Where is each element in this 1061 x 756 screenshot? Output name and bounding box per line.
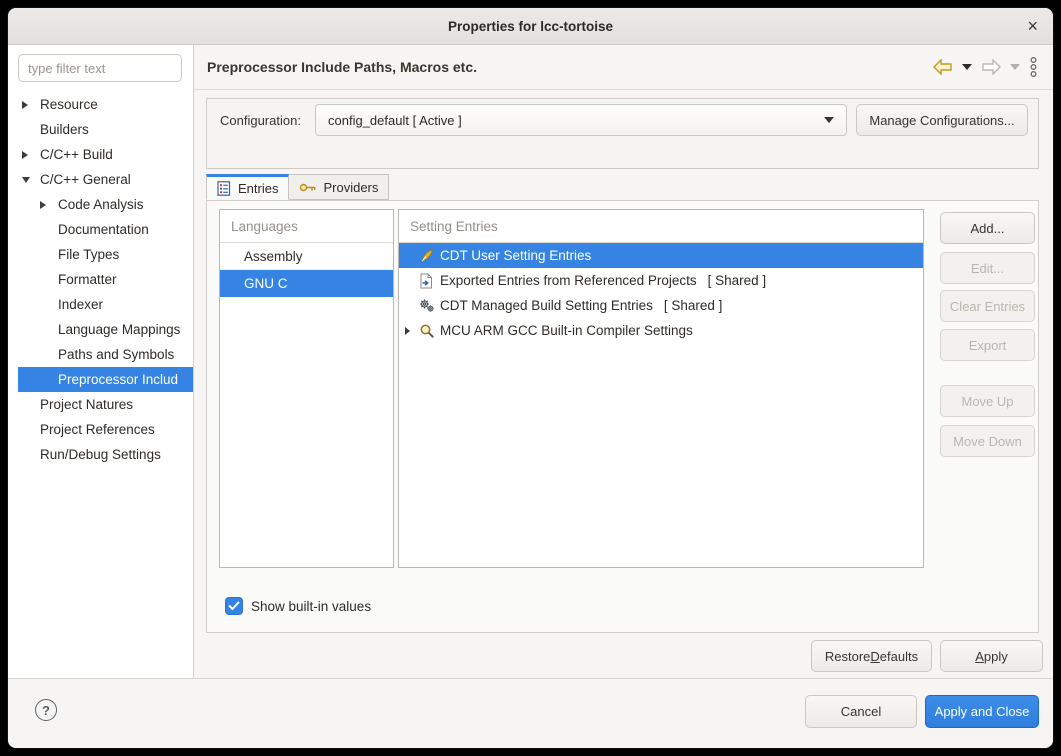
- exported-document-icon: [419, 273, 433, 289]
- configuration-label: Configuration:: [220, 113, 315, 128]
- filter-input[interactable]: [18, 54, 182, 82]
- entry-cdt-managed-build[interactable]: CDT Managed Build Setting Entries [ Shar…: [399, 293, 923, 318]
- configuration-select[interactable]: config_default [ Active ]: [315, 104, 847, 136]
- entries-list-icon: [217, 181, 232, 196]
- configuration-panel: Configuration: config_default [ Active ]…: [206, 98, 1039, 169]
- page-content: Preprocessor Include Paths, Macros etc.: [194, 45, 1053, 678]
- entries-tab-content: Languages Assembly GNU C Setting Entries: [206, 200, 1039, 633]
- back-icon[interactable]: [933, 59, 953, 75]
- tab-entries[interactable]: Entries: [206, 174, 289, 200]
- shared-badge: [ Shared ]: [708, 273, 767, 288]
- sidebar-item-resource[interactable]: Resource: [8, 92, 193, 117]
- quill-pen-icon: [419, 248, 435, 264]
- page-header: Preprocessor Include Paths, Macros etc.: [194, 45, 1053, 90]
- chevron-right-icon[interactable]: [22, 151, 28, 159]
- shared-badge: [ Shared ]: [664, 298, 723, 313]
- sidebar-item-preprocessor-include[interactable]: Preprocessor Includ: [18, 367, 193, 392]
- sidebar-item-cpp-build[interactable]: C/C++ Build: [8, 142, 193, 167]
- move-down-button[interactable]: Move Down: [940, 425, 1035, 457]
- languages-panel: Languages Assembly GNU C: [219, 209, 394, 568]
- manage-configurations-button[interactable]: Manage Configurations...: [856, 104, 1028, 136]
- sidebar-item-builders[interactable]: Builders: [8, 117, 193, 142]
- back-history-dropdown-icon[interactable]: [962, 64, 972, 70]
- magnifier-icon: [419, 323, 435, 339]
- dialog-button-bar: ? Cancel Apply and Close: [8, 678, 1053, 748]
- chevron-right-icon[interactable]: [40, 201, 46, 209]
- sidebar-item-run-debug-settings[interactable]: Run/Debug Settings: [8, 442, 193, 467]
- entry-actions: Add... Edit... Clear Entries Export Move…: [940, 212, 1035, 457]
- chevron-down-icon[interactable]: [22, 177, 30, 183]
- sidebar-item-language-mappings[interactable]: Language Mappings: [8, 317, 193, 342]
- settings-sidebar: Resource Builders C/C++ Build C/C++ Gene…: [8, 45, 194, 678]
- checkbox-checked-icon[interactable]: [225, 597, 243, 615]
- key-icon: [299, 182, 317, 193]
- setting-entries-header: Setting Entries: [399, 210, 923, 243]
- entry-exported-entries[interactable]: Exported Entries from Referenced Project…: [399, 268, 923, 293]
- sidebar-item-project-natures[interactable]: Project Natures: [8, 392, 193, 417]
- page-title: Preprocessor Include Paths, Macros etc.: [207, 59, 477, 75]
- close-icon[interactable]: ×: [1027, 17, 1038, 35]
- forward-icon[interactable]: [981, 59, 1001, 75]
- apply-and-close-button[interactable]: Apply and Close: [925, 695, 1039, 728]
- dialog-title: Properties for lcc-tortoise: [448, 19, 613, 34]
- move-up-button[interactable]: Move Up: [940, 385, 1035, 417]
- sidebar-item-code-analysis[interactable]: Code Analysis: [8, 192, 193, 217]
- setting-entries-panel: Setting Entries CDT User Setting Entries: [398, 209, 924, 568]
- add-button[interactable]: Add...: [940, 212, 1035, 244]
- chevron-right-icon[interactable]: [22, 101, 28, 109]
- edit-button[interactable]: Edit...: [940, 252, 1035, 284]
- sidebar-item-formatter[interactable]: Formatter: [8, 267, 193, 292]
- forward-history-dropdown-icon[interactable]: [1010, 64, 1020, 70]
- defaults-row: Restore Defaults Apply: [811, 640, 1043, 672]
- sidebar-item-documentation[interactable]: Documentation: [8, 217, 193, 242]
- cancel-button[interactable]: Cancel: [805, 695, 917, 728]
- show-builtin-values-option[interactable]: Show built-in values: [225, 597, 371, 615]
- sidebar-item-cpp-general[interactable]: C/C++ General: [8, 167, 193, 192]
- sidebar-item-paths-and-symbols[interactable]: Paths and Symbols: [8, 342, 193, 367]
- chevron-right-icon[interactable]: [405, 327, 410, 335]
- entry-cdt-user-setting-entries[interactable]: CDT User Setting Entries: [399, 243, 923, 268]
- sidebar-item-indexer[interactable]: Indexer: [8, 292, 193, 317]
- checkbox-label: Show built-in values: [251, 599, 371, 614]
- sidebar-item-project-references[interactable]: Project References: [8, 417, 193, 442]
- apply-button[interactable]: Apply: [940, 640, 1043, 672]
- restore-defaults-button[interactable]: Restore Defaults: [811, 640, 932, 672]
- gears-icon: [419, 298, 435, 314]
- languages-header: Languages: [220, 210, 393, 243]
- help-icon[interactable]: ?: [35, 699, 57, 721]
- properties-dialog: Properties for lcc-tortoise × Resource B…: [8, 8, 1053, 748]
- clear-entries-button[interactable]: Clear Entries: [940, 290, 1035, 322]
- language-item-gnu-c[interactable]: GNU C: [220, 270, 393, 297]
- export-button[interactable]: Export: [940, 329, 1035, 361]
- chevron-down-icon: [824, 117, 834, 123]
- entry-mcu-arm-gcc-builtin[interactable]: MCU ARM GCC Built-in Compiler Settings: [399, 318, 923, 343]
- language-item-assembly[interactable]: Assembly: [220, 243, 393, 270]
- tab-bar: Entries Providers: [206, 174, 389, 200]
- titlebar: Properties for lcc-tortoise ×: [8, 8, 1053, 45]
- sidebar-item-file-types[interactable]: File Types: [8, 242, 193, 267]
- tab-providers[interactable]: Providers: [289, 174, 389, 200]
- view-menu-icon[interactable]: [1029, 56, 1038, 78]
- settings-tree: Resource Builders C/C++ Build C/C++ Gene…: [8, 89, 193, 678]
